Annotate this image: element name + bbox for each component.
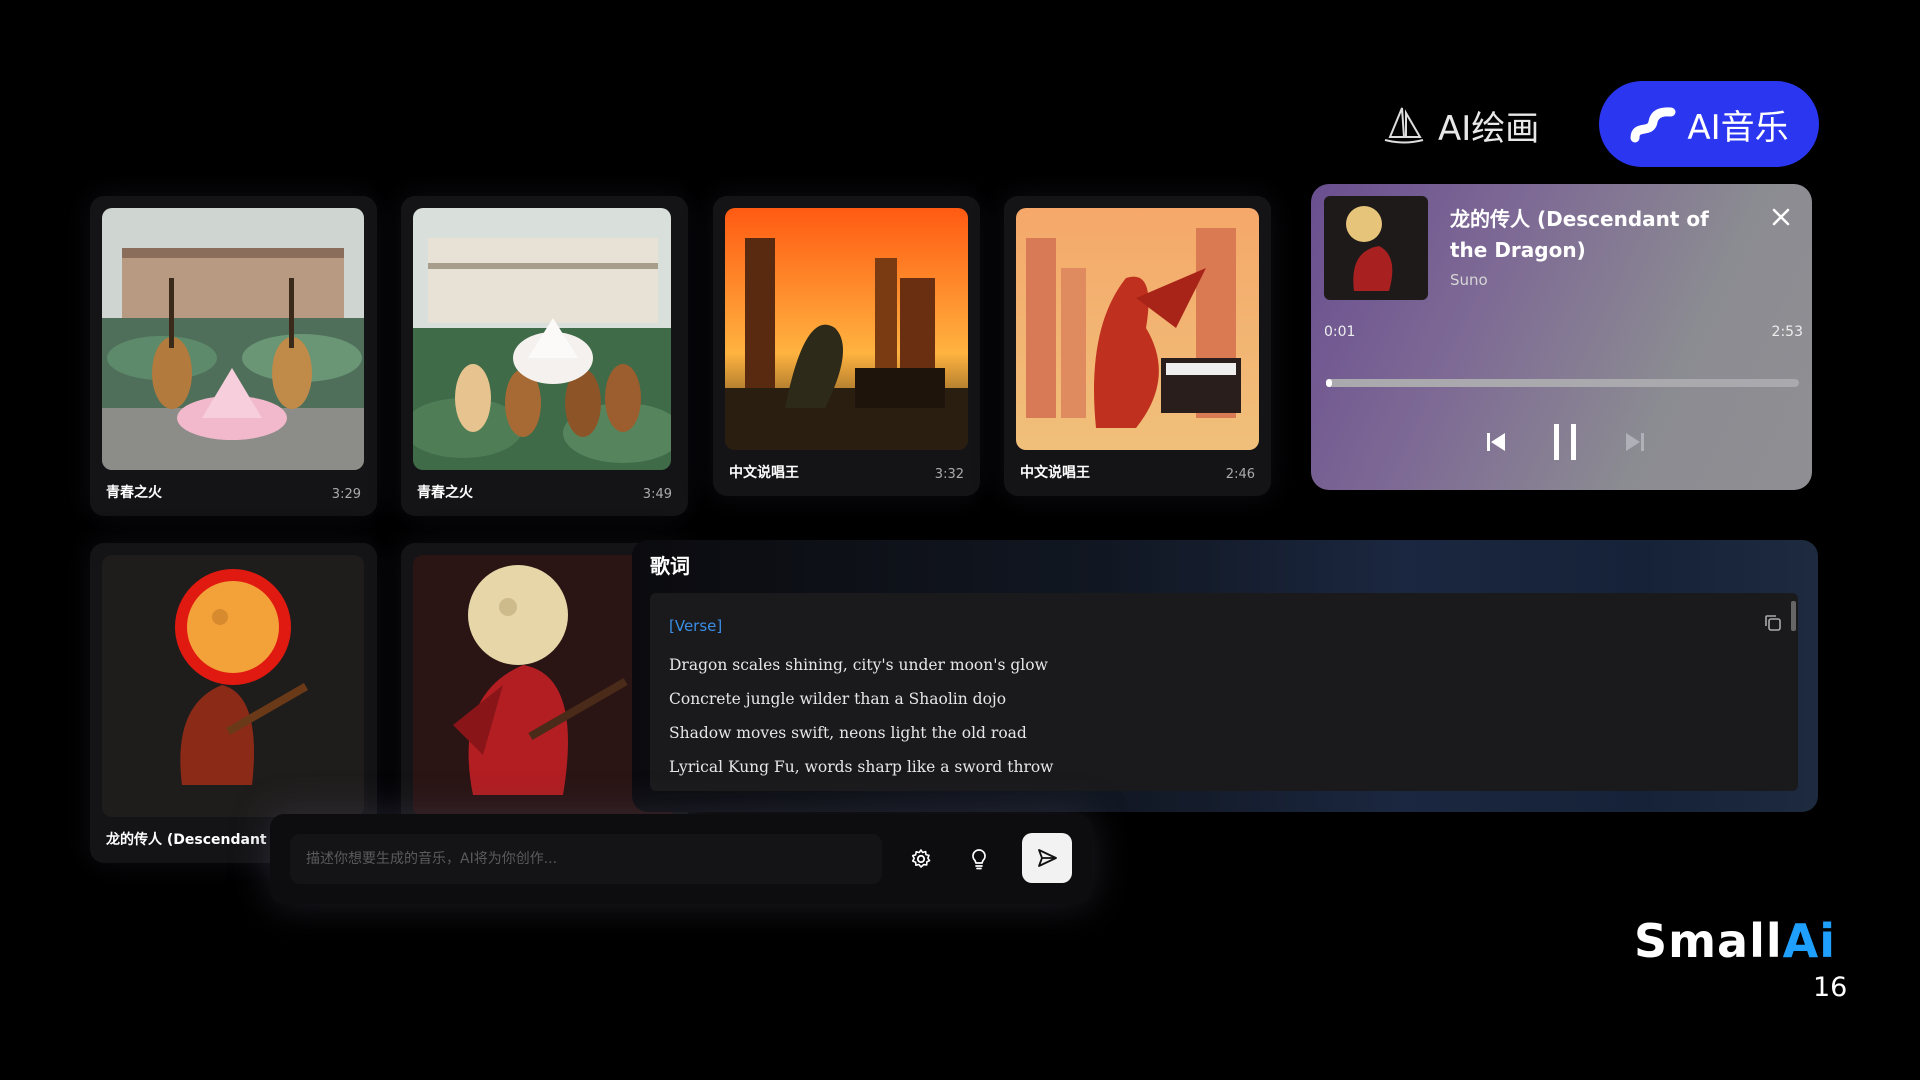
lyrics-section-tag: [Verse] <box>669 617 723 635</box>
prompt-input[interactable] <box>290 834 882 884</box>
player-song-title: 龙的传人 (Descendant of the Dragon) <box>1450 207 1709 262</box>
card-title: 龙的传人 (Descendant of <box>106 832 288 848</box>
player-progress-bar[interactable] <box>1326 379 1799 387</box>
card-duration: 3:32 <box>934 467 964 482</box>
brand-logo-part1: Small <box>1634 914 1783 968</box>
previous-track-icon[interactable] <box>1484 430 1508 454</box>
next-track-icon[interactable] <box>1623 430 1647 454</box>
brand-logo: SmallAi <box>1634 914 1836 968</box>
song-card[interactable]: 青春之火 3:29 <box>90 196 377 516</box>
prompt-bar <box>270 814 1092 904</box>
sailboat-icon <box>1384 107 1424 144</box>
player-artist: Suno <box>1450 271 1488 289</box>
lyrics-content[interactable]: [Verse] Dragon scales shining, city's un… <box>650 593 1798 791</box>
card-title: 青春之火 <box>417 485 473 501</box>
copy-icon[interactable] <box>1763 613 1783 633</box>
music-player: 龙的传人 (Descendant of the Dragon) Suno 0:0… <box>1311 184 1812 490</box>
close-icon[interactable] <box>1766 202 1796 232</box>
cover-dragon-piano <box>725 208 968 450</box>
send-icon <box>1038 849 1057 867</box>
card-duration: 2:46 <box>1225 467 1255 482</box>
song-card[interactable]: 青春之火 3:49 <box>401 196 688 516</box>
cover-lotus-campus <box>102 208 364 470</box>
prompt-input-wrapper <box>290 834 882 884</box>
settings-gear-icon[interactable] <box>899 837 943 881</box>
nav-ai-painting[interactable]: AI绘画 <box>1382 100 1539 150</box>
song-card[interactable]: 中文说唱王 3:32 <box>713 196 980 496</box>
card-title: 中文说唱王 <box>729 465 799 481</box>
player-progress-fill <box>1326 379 1332 387</box>
pause-icon[interactable] <box>1551 422 1581 462</box>
card-title: 青春之火 <box>106 485 162 501</box>
nav-ai-music[interactable]: AI音乐 <box>1599 81 1819 167</box>
nav-ai-music-label: AI音乐 <box>1687 107 1789 148</box>
suno-wave-icon <box>1630 107 1676 143</box>
player-current-time: 0:01 <box>1324 324 1356 340</box>
lyrics-line: Dragon scales shining, city's under moon… <box>669 656 1048 674</box>
lyrics-heading: 歌词 <box>650 554 690 578</box>
lyrics-scrollbar[interactable] <box>1791 601 1796 631</box>
send-button[interactable] <box>1022 833 1072 883</box>
cover-dragon-moon-red <box>102 555 364 817</box>
lyrics-line: Shadow moves swift, neons light the old … <box>669 724 1027 742</box>
cover-dragon-keyboard <box>1016 208 1259 450</box>
lyrics-line: Lyrical Kung Fu, words sharp like a swor… <box>669 758 1054 776</box>
lightbulb-icon[interactable] <box>957 837 1001 881</box>
nav-ai-painting-label: AI绘画 <box>1438 108 1540 149</box>
brand-logo-part2: Ai <box>1782 914 1837 968</box>
cover-lotus-guitars <box>413 208 671 470</box>
player-total-time: 2:53 <box>1771 324 1803 340</box>
lyrics-panel: 歌词 [Verse] Dragon scales shining, city's… <box>632 540 1818 812</box>
song-card[interactable]: 中文说唱王 2:46 <box>1004 196 1271 496</box>
page-number: 16 <box>1813 972 1848 1003</box>
lyrics-line: Concrete jungle wilder than a Shaolin do… <box>669 690 1007 708</box>
card-duration: 3:29 <box>331 487 361 502</box>
player-cover-art <box>1324 196 1428 300</box>
card-title: 中文说唱王 <box>1020 465 1090 481</box>
card-duration: 3:49 <box>642 487 672 502</box>
